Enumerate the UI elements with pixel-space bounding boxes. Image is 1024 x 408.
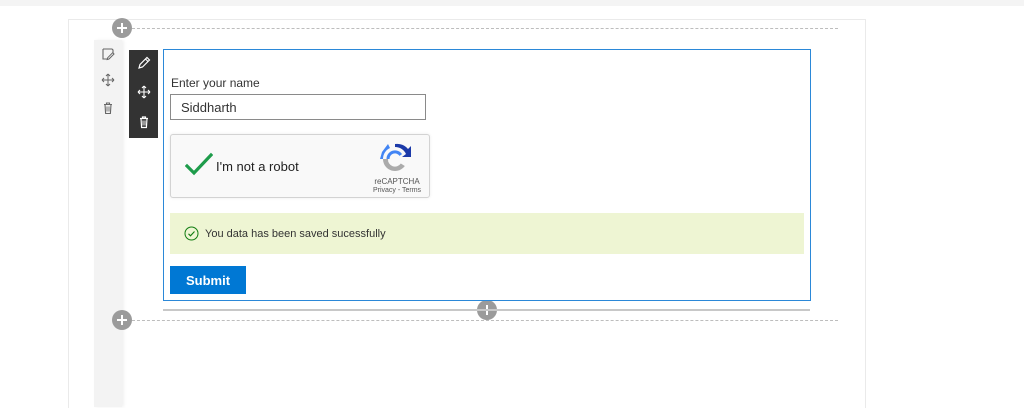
privacy-link[interactable]: Privacy <box>373 187 396 194</box>
name-label: Enter your name <box>171 76 260 90</box>
success-message-text: You data has been saved sucessfully <box>205 228 386 240</box>
plus-icon <box>117 315 127 325</box>
checkmark-icon[interactable] <box>185 151 213 179</box>
success-message-bar: You data has been saved sucessfully <box>170 213 804 254</box>
recaptcha-links: Privacy - Terms <box>369 187 425 194</box>
move-icon[interactable] <box>135 83 153 101</box>
recaptcha-widget: I'm not a robot reCAPTCHA Privacy - Term… <box>170 134 430 198</box>
trash-icon[interactable] <box>135 113 153 131</box>
edit-section-icon[interactable] <box>100 46 116 62</box>
form-webpart[interactable]: Enter your name I'm not a robot reCAPTCH… <box>163 49 811 301</box>
name-input[interactable] <box>170 94 426 120</box>
section-side-strip <box>94 40 122 407</box>
webpart-toolbar <box>129 50 158 138</box>
add-section-bottom-button[interactable] <box>112 310 132 330</box>
recaptcha-logo-icon <box>380 143 411 171</box>
pencil-icon[interactable] <box>135 54 153 72</box>
submit-button[interactable]: Submit <box>170 266 246 294</box>
terms-link[interactable]: Terms <box>402 187 421 194</box>
recaptcha-brand: reCAPTCHA <box>374 177 420 186</box>
section-bottom-divider <box>132 320 838 321</box>
section-top-divider <box>132 28 838 29</box>
webpart-bottom-rule <box>163 309 810 311</box>
check-circle-icon <box>184 226 199 241</box>
plus-icon <box>117 23 127 33</box>
recaptcha-label: I'm not a robot <box>216 159 299 174</box>
add-section-top-button[interactable] <box>112 18 132 38</box>
move-section-icon[interactable] <box>100 72 116 88</box>
top-band <box>0 0 1024 6</box>
delete-section-icon[interactable] <box>100 100 116 116</box>
